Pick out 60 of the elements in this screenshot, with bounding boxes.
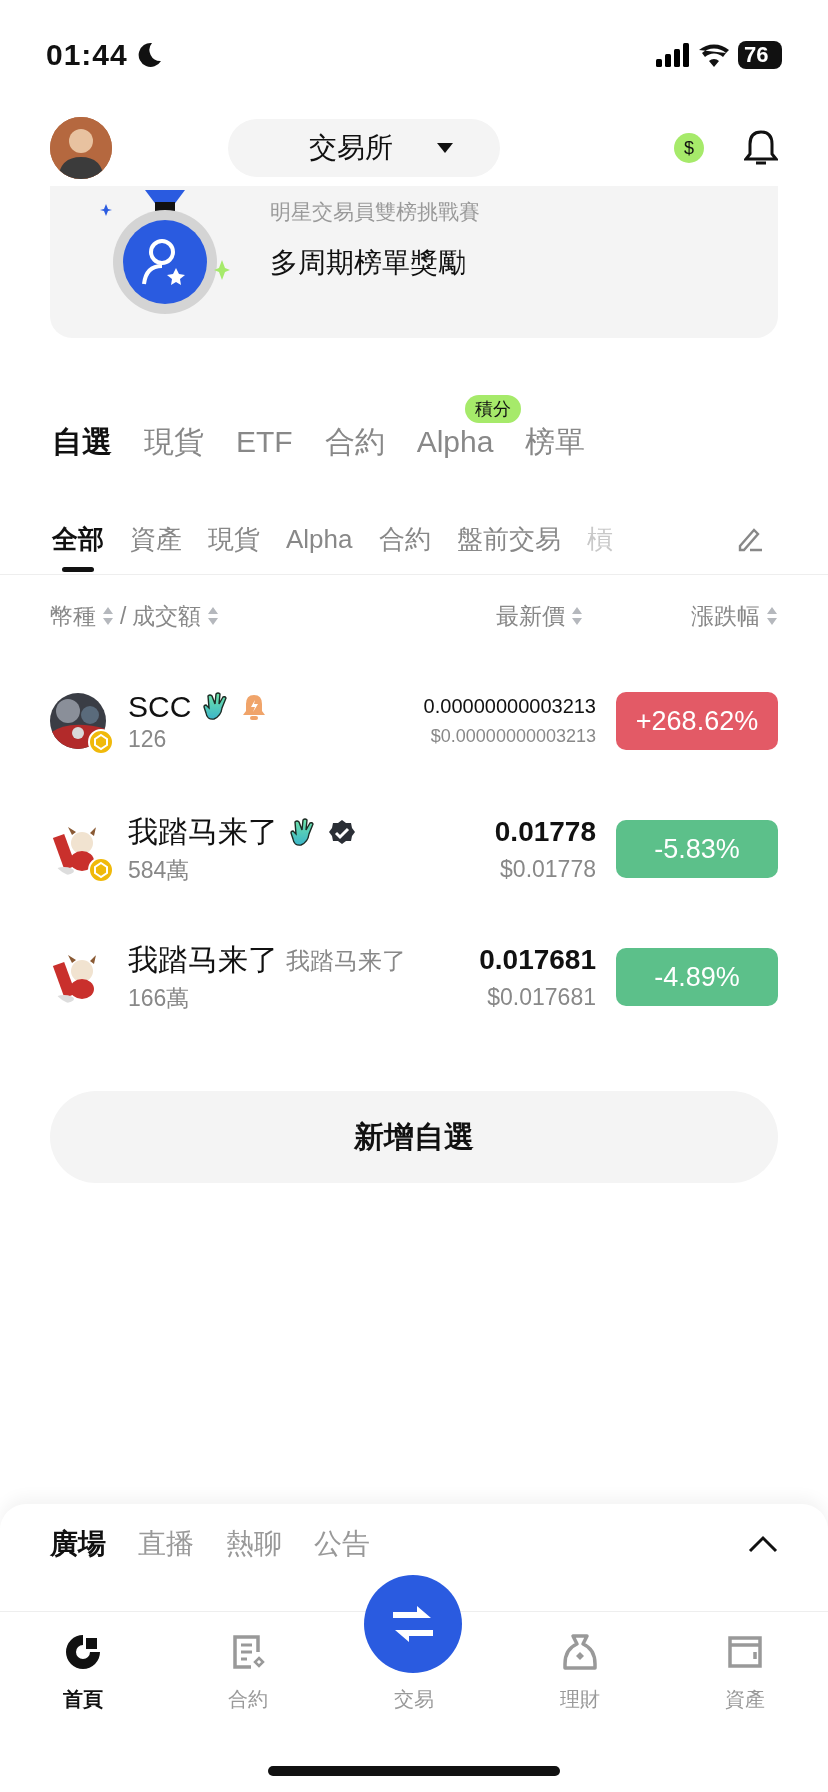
feed-tab[interactable]: 廣場 bbox=[50, 1524, 106, 1563]
price-text: 0.01778 bbox=[494, 815, 596, 848]
coin-tag: 我踏马来了 bbox=[286, 944, 406, 977]
feed-tab[interactable]: 直播 bbox=[138, 1524, 194, 1563]
market-tab[interactable]: ETF bbox=[236, 425, 293, 459]
change-pill[interactable]: -4.89% bbox=[616, 948, 778, 1006]
change-pill[interactable]: -5.83% bbox=[616, 820, 778, 878]
status-time: 01:44 bbox=[46, 38, 128, 72]
coin-name: 我踏马来了 bbox=[128, 814, 278, 850]
sort-icon bbox=[207, 606, 220, 626]
filter-tab[interactable]: 現貨 bbox=[208, 504, 260, 574]
market-tab[interactable]: 自選 bbox=[52, 421, 112, 463]
filter-tab[interactable]: 合約 bbox=[378, 504, 431, 574]
volume-text: 584萬 bbox=[128, 856, 191, 885]
signal-icon bbox=[656, 43, 690, 67]
usd-price-text: $0.00000000003213 bbox=[430, 726, 596, 747]
filter-tab[interactable]: Alpha bbox=[286, 504, 353, 574]
volume-text: 166萬 bbox=[128, 984, 191, 1013]
banner-subtitle: 明星交易員雙榜挑戰賽 bbox=[270, 199, 480, 225]
nav-item[interactable]: 交易 bbox=[331, 1686, 497, 1713]
bell-icon[interactable] bbox=[744, 129, 778, 167]
nav-item[interactable]: 首頁 bbox=[0, 1632, 166, 1713]
nav-item[interactable]: 資產 bbox=[662, 1632, 828, 1713]
points-badge: 積分 bbox=[465, 395, 522, 423]
market-tab[interactable]: Alpha bbox=[416, 425, 494, 459]
usd-price-text: $0.01778 bbox=[500, 855, 596, 883]
feed-tab[interactable]: 公告 bbox=[314, 1524, 370, 1563]
nav-item[interactable]: 理財 bbox=[496, 1632, 663, 1713]
exchange-selector[interactable]: 交易所 bbox=[228, 119, 500, 177]
feed-tab[interactable]: 熱聊 bbox=[226, 1524, 282, 1563]
market-tab[interactable]: 榜單 bbox=[525, 421, 586, 463]
filter-tab[interactable]: 全部 bbox=[52, 504, 104, 574]
wifi-icon bbox=[698, 43, 730, 67]
usd-price-text: $0.017681 bbox=[487, 983, 596, 1011]
sort-icon bbox=[571, 606, 583, 626]
column-separator: / bbox=[120, 602, 127, 630]
column-header: 漲跌幅 bbox=[691, 601, 760, 631]
sort-icon bbox=[102, 606, 114, 626]
column-header: 最新價 bbox=[496, 601, 565, 631]
market-tab[interactable]: 合約 bbox=[324, 421, 385, 463]
coin-name: SCC bbox=[128, 689, 192, 724]
banner-title: 多周期榜單獎勵 bbox=[270, 246, 467, 280]
price-text: 0.00000000003213 bbox=[423, 695, 596, 718]
filter-tab[interactable]: 資產 bbox=[130, 504, 182, 574]
volume-text: 126 bbox=[128, 725, 168, 753]
nav-item[interactable]: 合約 bbox=[165, 1632, 332, 1713]
filter-tab[interactable]: 盤前交易 bbox=[456, 504, 561, 574]
edit-icon[interactable] bbox=[736, 526, 764, 552]
battery-level: 76 bbox=[738, 41, 782, 69]
coin-name: 我踏马来了 bbox=[128, 942, 278, 978]
market-tab[interactable]: 現貨 bbox=[144, 421, 204, 463]
sort-icon bbox=[766, 606, 778, 626]
change-pill[interactable]: +268.62% bbox=[616, 692, 778, 750]
price-text: 0.017681 bbox=[479, 943, 596, 976]
caret-icon bbox=[437, 143, 453, 153]
column-header: 幣種 bbox=[50, 601, 96, 631]
add-favorite-button[interactable]: 新增自選 bbox=[50, 1091, 778, 1183]
chevron-up-icon[interactable] bbox=[748, 1534, 778, 1553]
column-header: 成交額 bbox=[132, 601, 202, 631]
rewards-icon[interactable]: $ bbox=[674, 133, 704, 163]
